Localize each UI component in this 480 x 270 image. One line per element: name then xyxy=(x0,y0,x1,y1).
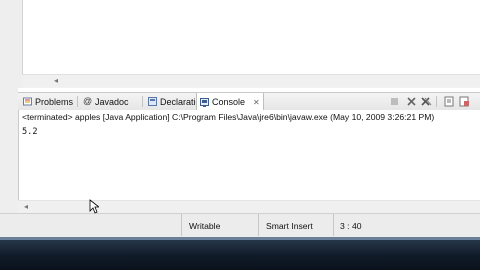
editor-horizontal-scrollbar[interactable]: ◂ xyxy=(22,74,480,87)
status-divider xyxy=(258,214,259,236)
remove-all-terminated-icon[interactable] xyxy=(421,96,432,107)
tab-console[interactable]: Console ✕ xyxy=(196,93,264,111)
cursor-position-status: 3 : 40 xyxy=(340,221,362,231)
console-horizontal-scrollbar[interactable]: ◂ xyxy=(18,200,480,213)
tab-separator xyxy=(142,96,143,107)
taskbar-edge xyxy=(0,237,480,240)
editor-text-area[interactable] xyxy=(22,0,480,74)
problems-icon xyxy=(23,97,32,106)
tab-problems[interactable]: Problems xyxy=(20,93,76,110)
scroll-left-arrow-icon[interactable]: ◂ xyxy=(24,202,28,211)
status-divider xyxy=(181,214,182,236)
pin-console-icon[interactable] xyxy=(459,96,470,107)
left-side-strip xyxy=(0,88,18,213)
console-icon xyxy=(200,97,209,107)
tab-problems-label: Problems xyxy=(35,96,74,107)
javadoc-icon: @ xyxy=(83,96,93,106)
view-tab-bar: Problems @ Javadoc Declaration Console ✕ xyxy=(18,92,480,111)
os-taskbar xyxy=(0,237,480,270)
scroll-left-arrow-icon[interactable]: ◂ xyxy=(54,76,58,85)
terminate-icon[interactable] xyxy=(389,96,400,107)
editor-gutter xyxy=(0,0,22,88)
status-bar xyxy=(0,213,480,238)
tab-javadoc-label: Javadoc xyxy=(95,96,129,107)
toolbar-separator xyxy=(436,96,437,107)
console-launch-description: <terminated> apples [Java Application] C… xyxy=(22,112,435,122)
declaration-icon xyxy=(148,97,157,106)
mouse-cursor-icon xyxy=(89,199,101,216)
scroll-lock-icon[interactable] xyxy=(444,96,455,107)
insert-mode-status: Smart Insert xyxy=(266,221,313,231)
console-output-text[interactable]: 5.2 xyxy=(22,127,38,137)
tab-console-label: Console xyxy=(212,97,246,107)
status-divider xyxy=(333,214,334,236)
console-view[interactable] xyxy=(18,110,480,212)
remove-launch-icon[interactable] xyxy=(406,96,417,107)
close-tab-icon[interactable]: ✕ xyxy=(253,98,260,107)
writable-status: Writable xyxy=(189,221,221,231)
tab-javadoc[interactable]: @ Javadoc xyxy=(80,93,132,110)
tab-separator xyxy=(77,96,78,107)
